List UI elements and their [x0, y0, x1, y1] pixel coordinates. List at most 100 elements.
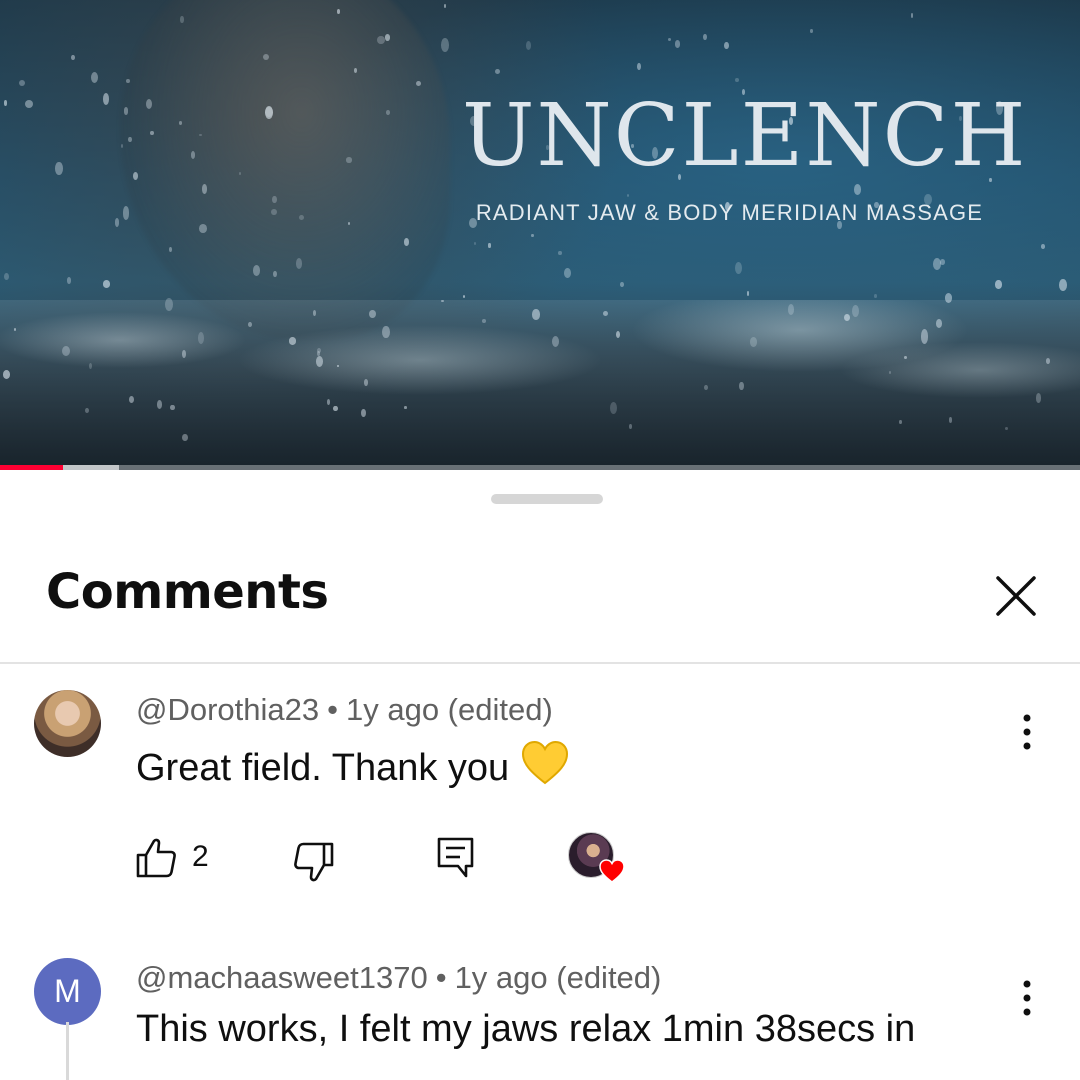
rain-drop	[19, 80, 26, 87]
rain-drop	[197, 331, 204, 344]
rain-drop	[271, 208, 277, 215]
rain-drop	[170, 404, 175, 411]
rain-drop	[363, 379, 368, 386]
comments-title: Comments	[46, 564, 329, 620]
rain-drop	[273, 270, 277, 277]
rain-drop	[441, 299, 444, 303]
rain-drop	[179, 121, 183, 125]
drag-handle[interactable]	[491, 494, 603, 504]
comment-age: 1y ago (edited)	[454, 960, 662, 995]
rain-drop	[247, 322, 252, 328]
rain-drop	[739, 381, 744, 390]
rain-drop	[369, 309, 376, 318]
rain-drop	[3, 272, 9, 280]
more-options-button[interactable]	[1012, 976, 1042, 1020]
rain-drop	[935, 319, 942, 328]
rain-drop	[440, 37, 449, 52]
rain-drop	[482, 318, 486, 323]
more-vertical-icon	[1023, 714, 1031, 750]
rain-drop	[103, 93, 110, 105]
rain-drop	[904, 355, 908, 359]
rain-drop	[615, 330, 620, 338]
comment-text: This works, I felt my jaws relax 1min 38…	[136, 1008, 916, 1050]
rain-drop	[88, 363, 92, 370]
comment-author[interactable]: @machaasweet1370	[136, 960, 428, 995]
rain-drop	[164, 297, 173, 311]
rain-drop	[674, 40, 681, 48]
comment-item: @Dorothia23 • 1y ago (edited) Great field.…	[0, 672, 1080, 932]
rain-drop	[114, 218, 120, 228]
avatar[interactable]	[34, 690, 101, 757]
comment-meta: @machaasweet1370 • 1y ago (edited)	[136, 960, 662, 995]
rain-drop	[55, 162, 63, 175]
rain-drop	[603, 310, 609, 316]
reply-comment-icon	[437, 837, 474, 878]
comment-age: 1y ago (edited)	[345, 692, 553, 727]
rain-drop	[474, 241, 477, 246]
rain-drop	[531, 234, 534, 238]
rain-drop	[637, 63, 642, 71]
rain-drop	[199, 224, 207, 234]
creator-heart-badge	[568, 832, 628, 888]
rain-drop	[24, 99, 33, 108]
reply-thread-line	[66, 1022, 69, 1080]
video-face-shadow	[120, 0, 450, 340]
rain-drop	[873, 294, 877, 298]
rain-drop	[90, 71, 99, 84]
rain-drop	[488, 243, 491, 248]
rain-drop	[525, 40, 532, 51]
thumbs-down-icon	[294, 842, 334, 882]
rain-drop	[67, 277, 72, 284]
rain-drop	[940, 259, 946, 265]
rain-drop	[265, 105, 274, 119]
yellow-heart-icon	[521, 740, 569, 796]
rain-drop	[382, 325, 390, 338]
reply-button[interactable]	[436, 836, 476, 885]
comment-text-content: Great field. Thank you	[136, 747, 510, 789]
close-icon	[996, 576, 1036, 616]
rain-drop	[995, 280, 1002, 289]
rain-drop	[128, 395, 134, 403]
rain-drop	[810, 29, 813, 34]
avatar[interactable]: M	[34, 958, 101, 1025]
close-button[interactable]	[988, 568, 1044, 624]
rain-drop	[558, 250, 563, 256]
rain-drop	[202, 184, 208, 194]
rain-drop	[312, 309, 316, 316]
rain-drop	[1059, 279, 1067, 292]
red-heart-icon	[599, 859, 625, 883]
rain-drop	[262, 53, 269, 60]
rain-drop	[564, 268, 571, 279]
rain-drop	[3, 100, 8, 106]
rain-drop	[71, 54, 75, 61]
rain-drop	[333, 405, 338, 412]
rain-drop	[910, 12, 914, 18]
comment-author[interactable]: @Dorothia23	[136, 692, 319, 727]
rain-drop	[703, 33, 708, 41]
like-button[interactable]	[134, 836, 178, 885]
rain-drop	[385, 110, 390, 116]
rain-drop	[948, 417, 953, 423]
comment-meta: @Dorothia23 • 1y ago (edited)	[136, 692, 553, 727]
rain-drop	[532, 309, 540, 320]
rain-drop	[933, 258, 942, 271]
rain-drop	[132, 171, 138, 181]
video-progress-bar[interactable]	[0, 465, 1080, 470]
rain-drop	[1040, 244, 1046, 250]
rain-drop	[128, 136, 132, 142]
rain-drop	[316, 350, 320, 356]
rain-drop	[122, 206, 130, 220]
rain-drop	[495, 68, 501, 75]
rain-drop	[348, 222, 351, 225]
rain-drop	[1045, 358, 1050, 364]
rain-drop	[150, 130, 154, 135]
rain-drop	[336, 364, 339, 368]
dislike-button[interactable]	[292, 840, 336, 889]
rain-drop	[61, 345, 70, 356]
rain-drop	[353, 67, 357, 73]
rain-drop	[724, 41, 729, 50]
progress-played	[0, 465, 63, 470]
more-options-button[interactable]	[1012, 710, 1042, 754]
rain-drop	[462, 295, 466, 299]
video-player[interactable]: UNCLENCH RADIANT JAW & BODY MERIDIAN MAS…	[0, 0, 1080, 470]
